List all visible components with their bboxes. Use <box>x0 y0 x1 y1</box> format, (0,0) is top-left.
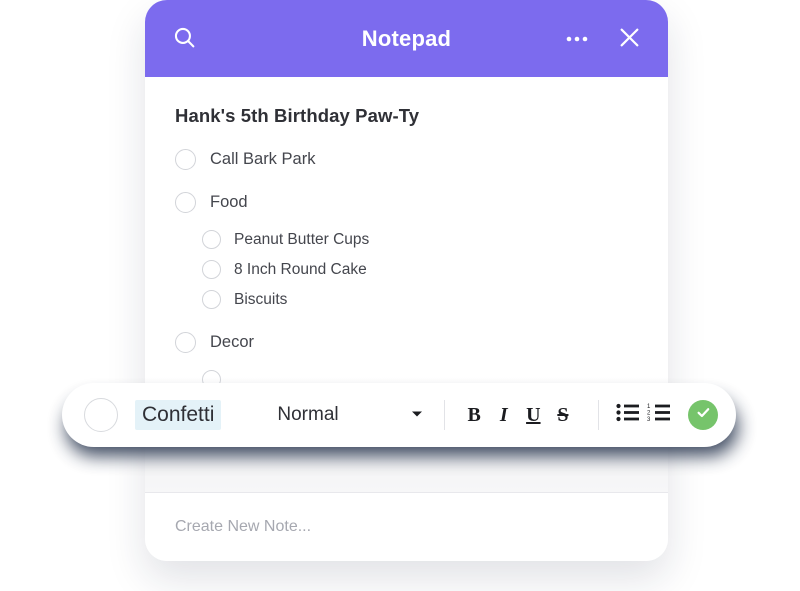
svg-text:3: 3 <box>647 417 651 422</box>
italic-button[interactable]: I <box>492 398 516 432</box>
create-new-note-input[interactable] <box>175 518 638 536</box>
search-icon <box>172 25 197 53</box>
close-icon <box>617 25 642 53</box>
toolbar-divider <box>444 400 446 430</box>
create-new-note-bar[interactable] <box>145 492 668 561</box>
header-left-group <box>167 22 201 56</box>
svg-text:1: 1 <box>647 404 651 410</box>
more-horizontal-icon <box>565 31 589 46</box>
bullet-list-icon <box>616 403 640 427</box>
notepad-app-card: Notepad Hank's 5th Birthday Paw-Ty Call … <box>145 0 668 561</box>
selected-text-chip[interactable]: Confetti <box>135 400 222 430</box>
todo-item-call-bark-park[interactable]: Call Bark Park <box>175 149 638 170</box>
todo-checkbox-icon[interactable] <box>175 332 196 353</box>
overflow-menu-button[interactable] <box>560 22 594 56</box>
todo-item-label: Biscuits <box>234 290 288 308</box>
todo-checkbox-icon[interactable] <box>175 149 196 170</box>
bold-button[interactable]: B <box>462 398 486 432</box>
todo-item-biscuits[interactable]: Biscuits <box>202 290 638 309</box>
strikethrough-button[interactable]: S <box>551 398 575 432</box>
close-button[interactable] <box>612 22 646 56</box>
todo-checkbox-icon[interactable] <box>175 192 196 213</box>
todo-checkbox-icon[interactable] <box>202 230 221 249</box>
todo-checkbox-icon[interactable] <box>202 260 221 279</box>
bullet-list-button[interactable] <box>616 399 641 431</box>
numbered-list-icon: 1 2 3 <box>647 403 671 427</box>
todo-item-peanut-butter-cups[interactable]: Peanut Butter Cups <box>202 230 638 249</box>
search-button[interactable] <box>167 22 201 56</box>
underline-button[interactable]: U <box>522 398 546 432</box>
todo-item-food[interactable]: Food <box>175 192 638 213</box>
toolbar-circle-checkbox-icon[interactable] <box>84 398 118 432</box>
app-header: Notepad <box>145 0 668 77</box>
confirm-button[interactable] <box>688 400 718 430</box>
text-style-value: Normal <box>277 404 339 425</box>
todo-item-label: Call Bark Park <box>210 150 316 168</box>
svg-text:2: 2 <box>647 411 651 417</box>
todo-item-label: Food <box>210 193 248 211</box>
header-right-group <box>560 22 646 56</box>
format-toolbar: Confetti Normal B I U S 1 2 3 <box>62 383 736 447</box>
chevron-down-icon <box>411 410 427 421</box>
todo-item-label: Decor <box>210 333 255 351</box>
check-circle-icon <box>695 404 712 426</box>
todo-item-decor[interactable]: Decor <box>175 332 638 353</box>
toolbar-divider <box>597 400 599 430</box>
note-title: Hank's 5th Birthday Paw-Ty <box>175 105 420 126</box>
numbered-list-button[interactable]: 1 2 3 <box>647 399 672 431</box>
todo-checkbox-icon[interactable] <box>202 290 221 309</box>
todo-item-8-inch-round-cake[interactable]: 8 Inch Round Cake <box>202 260 638 279</box>
text-style-dropdown[interactable]: Normal <box>277 404 427 426</box>
todo-item-label: 8 Inch Round Cake <box>234 260 367 278</box>
todo-item-label: Peanut Butter Cups <box>234 230 370 248</box>
